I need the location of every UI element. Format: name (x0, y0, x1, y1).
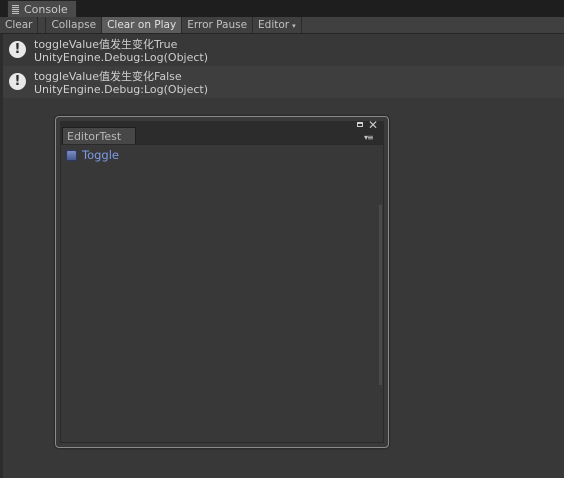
log-message-line2: UnityEngine.Debug:Log(Object) (34, 51, 209, 64)
window-titlebar[interactable]: EditorTest ✕ ▾≡ (60, 119, 384, 145)
editor-dropdown-label: Editor (258, 19, 290, 31)
toggle-label[interactable]: Toggle (82, 148, 119, 162)
info-icon: ! (9, 73, 26, 90)
toolbar-spacer (38, 17, 47, 33)
error-pause-button[interactable]: Error Pause (182, 17, 254, 33)
log-message-line2: UnityEngine.Debug:Log(Object) (34, 83, 209, 96)
log-entry[interactable]: ! toggleValue值发生变化False UnityEngine.Debu… (0, 66, 564, 98)
editor-test-window[interactable]: EditorTest ✕ ▾≡ Toggle (55, 116, 389, 448)
maximize-icon[interactable] (357, 122, 363, 127)
tab-console[interactable]: Console (7, 0, 77, 17)
toggle-checkbox[interactable] (66, 149, 77, 161)
clear-on-play-button[interactable]: Clear on Play (102, 17, 183, 33)
log-message: toggleValue值发生变化True UnityEngine.Debug:L… (34, 38, 208, 64)
collapse-button[interactable]: Collapse (46, 17, 103, 33)
window-content: Toggle (60, 144, 384, 443)
tab-editor-test[interactable]: EditorTest (62, 127, 136, 145)
log-message-line1: toggleValue值发生变化True (34, 38, 178, 51)
editor-tab-strip: Console (0, 0, 564, 17)
window-menu-icon[interactable]: ▾≡ (364, 133, 374, 143)
clear-button[interactable]: Clear (0, 17, 39, 33)
log-message: toggleValue值发生变化False UnityEngine.Debug:… (34, 70, 208, 96)
console-list-icon (12, 4, 19, 14)
close-icon[interactable]: ✕ (368, 119, 378, 131)
console-toolbar: Clear Collapse Clear on Play Error Pause… (0, 17, 564, 34)
toggle-control[interactable]: Toggle (66, 148, 119, 162)
info-icon: ! (9, 41, 26, 58)
chevron-down-icon: ▾ (292, 22, 296, 30)
log-message-line1: toggleValue值发生变化False (34, 70, 182, 83)
editor-dropdown[interactable]: Editor ▾ (253, 17, 302, 33)
tab-console-label: Console (24, 2, 68, 16)
panel-resize-edge[interactable] (0, 34, 3, 478)
log-entry[interactable]: ! toggleValue值发生变化True UnityEngine.Debug… (0, 34, 564, 66)
scrollbar[interactable] (379, 205, 382, 385)
